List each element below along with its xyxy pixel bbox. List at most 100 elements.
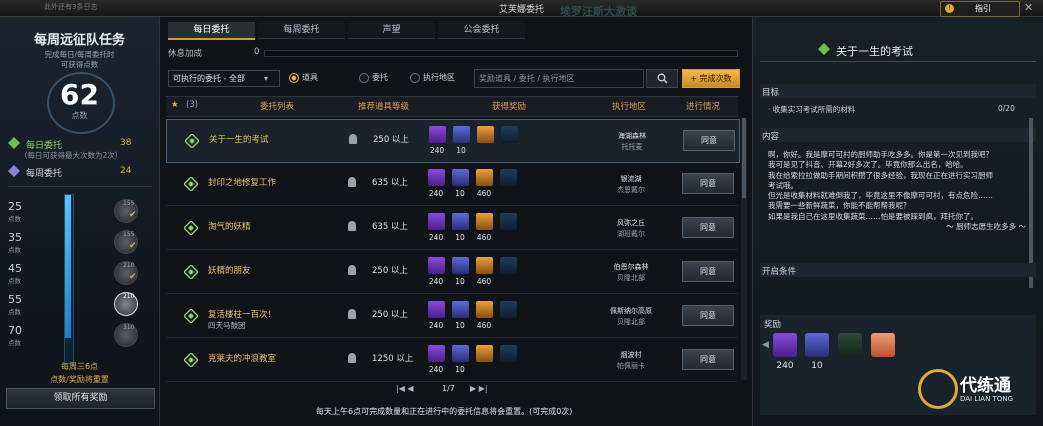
list-scroll-thumb[interactable]	[742, 118, 746, 198]
quest-description: 啊，你好。我是摩可可村的厨师助手吃多多。你是第一次见到我吧？ 我可是见了抖音、开幕…	[768, 150, 1026, 232]
reward-value: 240	[776, 361, 794, 371]
daily-quest-icon	[184, 309, 198, 323]
logo-text: 代练通	[960, 376, 1011, 396]
guide-button[interactable]: ! 指引	[940, 1, 1020, 17]
accept-button[interactable]: 同意	[682, 261, 734, 282]
accept-button[interactable]: 同意	[682, 173, 734, 194]
reward-blue-crystal-icon[interactable]	[452, 301, 469, 318]
accept-button[interactable]: 同意	[682, 349, 734, 370]
search-input[interactable]: 奖励道具 / 委托 / 执行地区	[474, 69, 644, 88]
reward-prev-icon[interactable]: ◀	[762, 340, 769, 350]
rest-bonus-value: 0	[254, 47, 260, 57]
reward-orange-lantern-icon[interactable]	[476, 169, 493, 186]
tab-daily[interactable]: 每日委托	[168, 22, 255, 40]
reward-blue-crystal-icon[interactable]	[452, 345, 469, 362]
table-row[interactable]: 克莱夫的冲浪教室 1250 以上 240 10 烟波村 帕佩丽卡 同意	[166, 339, 738, 382]
radio-item[interactable]	[289, 73, 299, 83]
reward-purple-gem-icon[interactable]	[428, 257, 445, 274]
reward-potion-icon[interactable]	[500, 213, 517, 230]
table-row[interactable]: 妖精的朋友 250 以上 240 10 460 伯恩尔森林 贝隆北部 同意	[166, 251, 738, 294]
reward-chest-70[interactable]: 310	[114, 323, 138, 347]
table-row[interactable]: 封印之地修复工作 635 以上 240 10 460 银流湖 杰恩戴尔 同意	[166, 163, 738, 206]
reward-purple-gem-icon[interactable]	[773, 333, 797, 357]
radio-item-label: 道具	[302, 73, 318, 82]
helmet-icon	[348, 353, 356, 363]
reward-purple-gem-icon[interactable]	[428, 213, 445, 230]
reward-potion-icon[interactable]	[838, 333, 862, 357]
description-line: 我需要一些新鲜蔬菜，你能不能帮帮我呢？	[768, 201, 911, 211]
reward-purple-gem-icon[interactable]	[429, 126, 446, 143]
complete-count-button[interactable]: + 完成次数	[682, 69, 740, 88]
claim-all-button[interactable]: 领取所有奖励	[6, 388, 155, 409]
table-row[interactable]: 淘气的妖精 635 以上 240 10 460 风弥之丘 湖班戴尔 同意	[166, 207, 738, 250]
reward-chest-55[interactable]: 210	[114, 292, 138, 316]
table-row[interactable]: 复活楼柱一百次！ 四天马鼓团 250 以上 240 10 460 佩斯纳尔高原 贝隆北部 同意	[166, 295, 738, 338]
region-name: 伯恩尔森林	[613, 263, 649, 271]
daily-quest-icon	[818, 43, 830, 55]
reward-potion-icon[interactable]	[500, 169, 517, 186]
objective-count: 0/20	[998, 104, 1015, 113]
pager-prev-icon[interactable]: |◀ ◀	[396, 384, 414, 393]
reward-value: 10	[455, 233, 465, 242]
reward-value: 240	[429, 146, 445, 155]
daily-quest-icon	[184, 353, 198, 367]
reward-purple-gem-icon[interactable]	[428, 345, 445, 362]
accept-button[interactable]: 同意	[683, 130, 735, 151]
milestone-45: 45 点数	[8, 262, 22, 285]
reward-orange-lantern-icon[interactable]	[477, 126, 494, 143]
reward-food-icon[interactable]	[871, 333, 895, 357]
reward-orange-lantern-icon[interactable]	[476, 213, 493, 230]
col-status: 进行情况	[686, 102, 721, 112]
reward-potion-icon[interactable]	[501, 126, 518, 143]
reward-chest-35[interactable]: 155 ✔	[114, 230, 138, 254]
reward-blue-crystal-icon[interactable]	[452, 257, 469, 274]
recommended-level: 635 以上	[372, 178, 408, 188]
reward-orange-lantern-icon[interactable]	[476, 257, 493, 274]
reward-purple-gem-icon[interactable]	[428, 301, 445, 318]
reward-blue-crystal-icon[interactable]	[805, 333, 829, 357]
table-header: ★ (3) 委托列表 推荐道具等级 获得奖励 执行地区 进行情况	[166, 96, 738, 117]
region-name: 银流湖	[620, 175, 642, 183]
search-button[interactable]	[646, 69, 678, 88]
radio-region[interactable]	[410, 73, 420, 83]
helmet-icon	[348, 309, 356, 319]
helmet-icon	[348, 221, 356, 231]
reward-orange-lantern-icon[interactable]	[476, 345, 493, 362]
reset-note-2: 点数/奖励将重置	[50, 375, 109, 384]
accept-button[interactable]: 同意	[682, 305, 734, 326]
objective-text: · 收集实习考试所需的材料	[768, 105, 856, 114]
region-area: 贝隆北部	[617, 274, 645, 282]
reward-chest-45[interactable]: 210 ✔	[114, 261, 138, 285]
region-area: 湖班戴尔	[617, 230, 645, 238]
reward-chest-25[interactable]: 155 ✔	[114, 199, 138, 223]
check-icon: ✔	[129, 210, 137, 220]
tab-reputation[interactable]: 声望	[348, 22, 435, 39]
reward-blue-crystal-icon[interactable]	[453, 126, 470, 143]
reward-potion-icon[interactable]	[500, 301, 517, 318]
points-progress-fill	[65, 195, 71, 338]
recommended-level: 250 以上	[372, 266, 408, 276]
radio-quest[interactable]	[359, 73, 369, 83]
reward-blue-crystal-icon[interactable]	[452, 169, 469, 186]
reward-potion-icon[interactable]	[500, 345, 517, 362]
reward-blue-crystal-icon[interactable]	[452, 213, 469, 230]
tab-weekly[interactable]: 每周委托	[258, 22, 345, 39]
reward-purple-gem-icon[interactable]	[428, 169, 445, 186]
reset-info-note: 每天上午6点可完成数量和正在进行中的委托信息将会重置。(可完成0次)	[316, 407, 573, 416]
table-row[interactable]: 关于一生的考试 250 以上 240 10 海湖森林 托托麦 同意	[166, 119, 740, 163]
reward-value: 240	[428, 365, 444, 374]
close-icon[interactable]: ✕	[1024, 1, 1033, 14]
tab-guild[interactable]: 公会委托	[438, 22, 525, 39]
region-area: 托托麦	[621, 143, 643, 151]
reward-orange-lantern-icon[interactable]	[476, 301, 493, 318]
col-level: 推荐道具等级	[358, 102, 410, 112]
reward-potion-icon[interactable]	[500, 257, 517, 274]
pager-next-icon[interactable]: ▶ ▶|	[470, 384, 488, 393]
accept-button[interactable]: 同意	[682, 217, 734, 238]
quest-filter-select[interactable]: 可执行的委托 - 全部 ▾	[168, 70, 280, 87]
col-quest: 委托列表	[260, 102, 295, 112]
goal-header: 目标	[760, 84, 1036, 98]
region-name: 风弥之丘	[617, 219, 645, 227]
star-icon: ★	[171, 100, 179, 110]
quest-subname: 四天马鼓团	[208, 321, 246, 330]
